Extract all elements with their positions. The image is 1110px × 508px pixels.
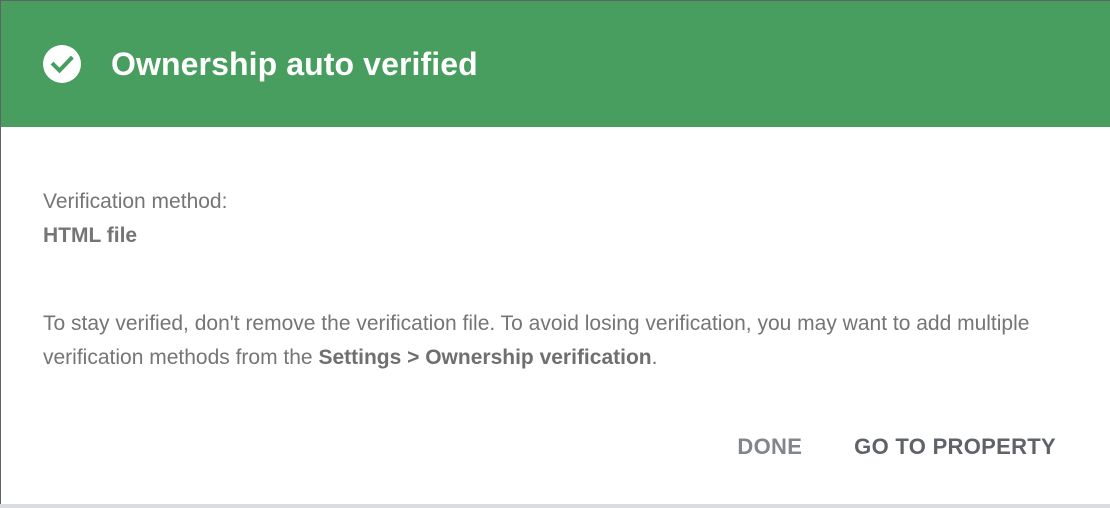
settings-ownership-path: Settings > Ownership verification [318, 346, 652, 369]
background-strip [0, 504, 1110, 508]
verification-method-label: Verification method: [43, 190, 228, 213]
check-circle-icon [43, 45, 81, 83]
done-button[interactable]: DONE [723, 426, 816, 468]
info-text-suffix: . [651, 346, 658, 369]
dialog-header: Ownership auto verified [1, 1, 1110, 127]
dialog-title: Ownership auto verified [111, 45, 478, 82]
ownership-verified-dialog: Ownership auto verified Verification met… [1, 1, 1110, 504]
verification-method-value: HTML file [43, 224, 138, 247]
dialog-actions: DONE GO TO PROPERTY [723, 426, 1070, 468]
go-to-property-button[interactable]: GO TO PROPERTY [840, 426, 1070, 468]
dialog-body: Verification method: HTML file To stay v… [1, 127, 1110, 375]
verification-info-text: To stay verified, don't remove the verif… [43, 307, 1068, 375]
